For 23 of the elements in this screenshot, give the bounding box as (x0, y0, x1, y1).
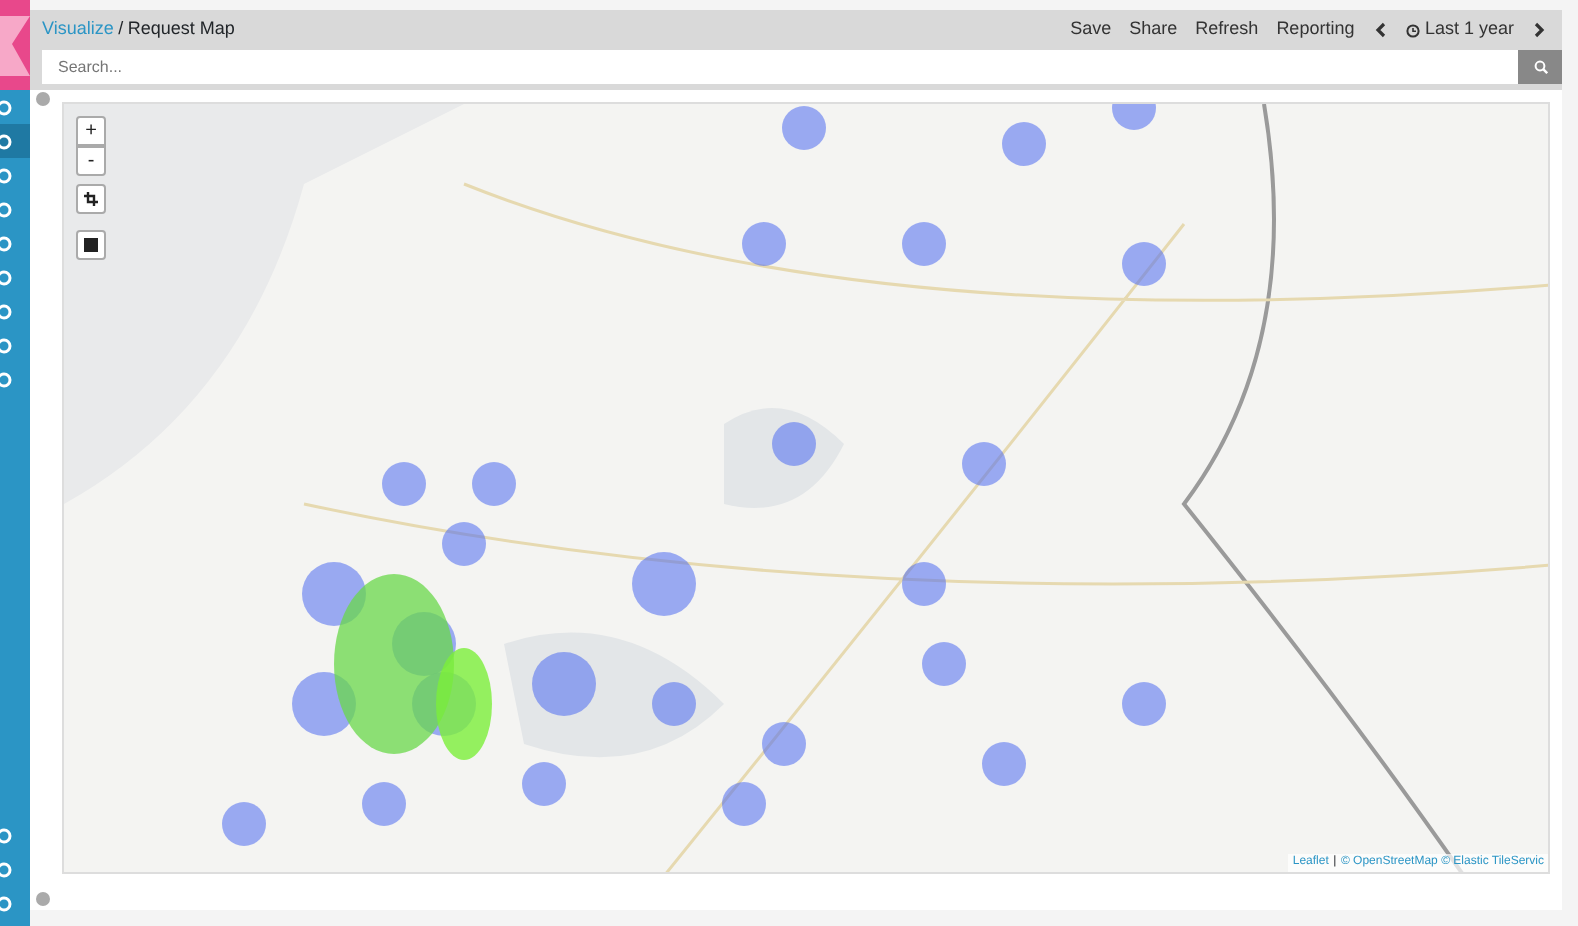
search-field[interactable]: Search... (42, 50, 1518, 84)
crop-button[interactable] (76, 184, 106, 214)
menu-link[interactable]: Share (1129, 16, 1178, 44)
square-icon (84, 237, 98, 252)
chevron-left-icon[interactable] (1374, 22, 1387, 38)
clock-icon (1406, 23, 1421, 37)
menu-link[interactable]: Save (1070, 16, 1112, 44)
breadcrumb-separator: / (118, 16, 124, 43)
zoom-in-button[interactable]: + (76, 116, 106, 146)
draw-rectangle-button[interactable] (76, 230, 106, 260)
menu-link[interactable]: Refresh (1195, 16, 1259, 44)
page-title: Request Map (127, 16, 235, 43)
menu-link[interactable]: Reporting (1276, 16, 1355, 44)
collapse-icon[interactable] (36, 92, 50, 106)
time-range-link[interactable]: Last 1 year (1424, 16, 1514, 44)
search-icon (1533, 60, 1547, 74)
sidebar-item[interactable] (0, 124, 30, 158)
logo-icon[interactable] (0, 0, 30, 90)
chevron-right-icon[interactable] (1534, 22, 1546, 38)
search-button[interactable] (1518, 50, 1562, 84)
expand-icon[interactable] (36, 892, 50, 906)
crop-icon (84, 191, 98, 206)
zoom-out-button[interactable]: - (76, 146, 106, 176)
